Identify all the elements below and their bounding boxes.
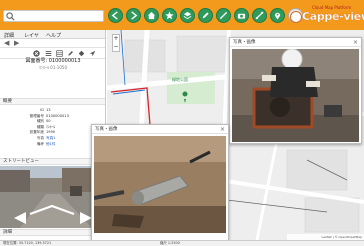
section-basic-label: 概要 <box>3 99 12 104</box>
panel-forward-icon[interactable]: ▶ <box>14 40 19 47</box>
excavation-photo[interactable] <box>94 136 226 233</box>
home-button[interactable] <box>144 8 159 23</box>
app-logo: Cloud Map Platform Cappe-view <box>288 5 364 27</box>
location-button[interactable] <box>270 8 285 23</box>
record-header: 図面番号: 0100000013 ﾏﾝﾎｰﾙ 01-1050 <box>0 54 105 71</box>
search-input[interactable] <box>16 12 102 21</box>
camera-icon <box>237 13 246 19</box>
popup-header: 写真・画像 × <box>92 125 228 134</box>
popup-close-button[interactable]: × <box>353 38 358 47</box>
menu-item-layer[interactable]: レイヤ <box>24 32 39 39</box>
popup-title: 写真・画像 <box>233 40 256 45</box>
logo-mark-icon <box>290 11 302 23</box>
route-icon <box>255 11 264 20</box>
status-scale: 縮尺 1:2500 <box>160 241 180 245</box>
location-icon <box>274 12 281 20</box>
route-button[interactable] <box>252 8 267 23</box>
record-subtitle: ﾏﾝﾎｰﾙ 01-1050 <box>39 65 67 70</box>
star-button[interactable] <box>162 8 177 23</box>
measure-button[interactable] <box>216 8 231 23</box>
property-value[interactable]: 他1件 <box>46 142 55 148</box>
search-icon <box>6 12 15 21</box>
layers-button[interactable] <box>180 8 195 23</box>
manhole-photo-scene <box>232 49 359 142</box>
camera-button[interactable] <box>234 8 249 23</box>
popup-header: 写真・画像 × <box>230 38 361 47</box>
logo-wordmark: Cappe-view <box>302 10 364 23</box>
menu-item-detail[interactable]: 詳細 <box>4 32 14 39</box>
park-label: 緑地公園 <box>172 77 188 82</box>
home-icon <box>147 11 156 20</box>
forward-arrow-button[interactable] <box>126 8 141 23</box>
panel-menu: 詳細 レイヤ ヘルプ <box>0 30 105 39</box>
panel-nav-row: ◀ ▶ <box>0 39 105 48</box>
section-bottom-label: 詳細 <box>3 230 12 235</box>
manhole-photo[interactable] <box>232 49 359 142</box>
edit-icon <box>202 12 209 19</box>
menu-item-help[interactable]: ヘルプ <box>46 32 61 39</box>
edit-button[interactable] <box>198 8 213 23</box>
record-title: 図面番号: 0100000013 <box>25 58 81 64</box>
zoom-out-button[interactable]: − <box>113 43 119 51</box>
section-basic-header[interactable]: 概要 <box>0 98 105 105</box>
star-icon <box>165 11 174 20</box>
status-position: 現在位置: 35.7120, 139.3721 <box>3 241 52 245</box>
status-bar: 現在位置: 35.7120, 139.3721 縮尺 1:2500 <box>0 240 364 246</box>
back-arrow-icon <box>111 11 118 20</box>
measure-icon <box>219 11 228 20</box>
layers-icon <box>183 11 192 20</box>
popup-title: 写真・画像 <box>95 127 118 132</box>
panel-back-icon[interactable]: ◀ <box>4 40 9 47</box>
top-toolbar: Cloud Map Platform Cappe-view <box>0 0 364 30</box>
photo-popup-excavation: 写真・画像 × <box>91 124 229 241</box>
section-streetview-label: ストリートビュー <box>3 159 39 164</box>
popup-close-button[interactable]: × <box>220 125 225 134</box>
forward-arrow-icon <box>131 11 138 20</box>
photo-popup-manhole: 写真・画像 × <box>229 37 362 144</box>
excavation-photo-scene <box>94 136 226 233</box>
zoom-in-button[interactable]: + <box>113 35 119 43</box>
zoom-control: + − <box>112 34 120 52</box>
back-arrow-button[interactable] <box>108 8 123 23</box>
property-key: 備考 <box>36 141 44 146</box>
search-box[interactable] <box>3 10 104 22</box>
